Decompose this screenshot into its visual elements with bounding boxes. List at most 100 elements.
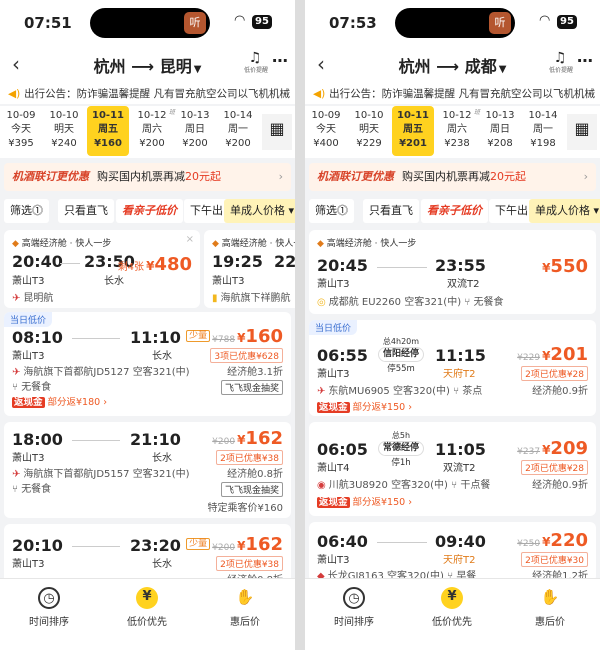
- departure-time: 20:45: [317, 256, 368, 275]
- chevron-right-icon: ›: [405, 497, 413, 508]
- departure-airport: 萧山T3: [212, 276, 245, 287]
- flight-card[interactable]: 06:40 萧山T3 09:40 天府T2 ¥250 ¥220 2项已优惠¥30 …: [309, 522, 596, 582]
- departure-time: 18:00: [12, 430, 63, 449]
- yuan-coin-icon: ¥: [136, 587, 158, 609]
- tab-after-discount[interactable]: ✋ 惠后价: [200, 587, 290, 628]
- flight-card[interactable]: 当日低价 08:10 萧山T3 11:10 长水 少量 ¥788 ¥160 3项已优…: [4, 312, 291, 416]
- departure-airport: 萧山T3: [317, 279, 350, 290]
- date-cell[interactable]: 10-14 周一 ¥200: [217, 106, 259, 156]
- arrival-time: 22:: [274, 252, 295, 271]
- date-label: 10-13: [180, 110, 210, 121]
- filter-button[interactable]: 筛选⓵: [309, 199, 354, 223]
- direct-only-chip[interactable]: 只看直飞: [363, 199, 419, 223]
- departure-time: 06:55: [317, 346, 368, 365]
- adult-price-dropdown[interactable]: 单成人价格 ▾: [224, 199, 295, 223]
- rebate-text: 部分返¥150: [352, 497, 406, 508]
- date-price: ¥200: [225, 138, 251, 149]
- date-cell-selected[interactable]: 10-11 周五 ¥201: [392, 106, 434, 156]
- discount-badge: 2项已优惠¥28: [521, 460, 588, 475]
- stopover-info: 总4h20m 信阳经停 停55m: [371, 336, 431, 374]
- aircraft-type: 空客321(中): [404, 297, 462, 308]
- promo-banner[interactable]: 机酒联订更优惠 购买国内机票再减20元起 ›: [309, 163, 596, 191]
- family-price-chip[interactable]: 看亲子低价: [421, 199, 488, 223]
- afternoon-chip[interactable]: 下午出: [184, 199, 229, 223]
- date-price: ¥200: [182, 138, 208, 149]
- adult-price-dropdown[interactable]: 单成人价格 ▾: [529, 199, 600, 223]
- date-cell[interactable]: 10-10 明天 ¥229: [348, 106, 390, 156]
- price: ¥162: [237, 534, 283, 555]
- battery-indicator: 95: [557, 15, 577, 29]
- date-cell[interactable]: 10-13 周日 ¥208: [479, 106, 521, 156]
- date-cell[interactable]: 10-13 周日 ¥200: [174, 106, 216, 156]
- meal: ⑂ 无餐食: [12, 480, 51, 495]
- notice-bar[interactable]: ◀) 出行公告：防诈骗温馨提醒 凡有冒充航空公司以飞机机械: [305, 84, 600, 104]
- recommend-card[interactable]: ◆ 高端经济舱 · 快人一步 × 20:40 萧山T3 23:50 长水 剩4张…: [4, 230, 200, 308]
- tab-label: 时间排序: [29, 617, 69, 628]
- airline-name: 昆明航: [23, 293, 54, 304]
- airline-logo-icon: ✈: [12, 469, 21, 480]
- more-icon[interactable]: ⋯: [272, 51, 288, 70]
- cabin-header-text: 高端经济舱 · 快人一步: [326, 239, 417, 249]
- arrival-time: 23:55: [435, 256, 486, 275]
- date-cell-selected[interactable]: 10-11 周五 ¥160: [87, 106, 129, 156]
- cutlery-icon: ⑂: [464, 297, 471, 308]
- lowest-price-tag: 当日低价: [4, 312, 53, 327]
- status-bar: 07:51 听 ◠ 95: [0, 0, 295, 44]
- calendar-icon[interactable]: ▦: [567, 114, 597, 150]
- battery-indicator: 95: [252, 15, 272, 29]
- price-value: 480: [154, 254, 192, 275]
- date-cell[interactable]: 10-14 周一 ¥198: [522, 106, 564, 156]
- weekday-label: 今天: [11, 124, 31, 135]
- departure-airport: 萧山T3: [12, 276, 45, 287]
- price-alert-button[interactable]: ♫ 低价提醒: [244, 50, 268, 74]
- cash-lottery-button[interactable]: 飞飞现金抽奖: [220, 482, 283, 497]
- more-icon[interactable]: ⋯: [577, 51, 593, 70]
- direct-only-chip[interactable]: 只看直飞: [58, 199, 114, 223]
- route-line: [72, 440, 120, 441]
- flight-card[interactable]: 06:05 萧山T4 总5h 常德经停 停1h 11:05 双流T2 ¥237 ¥20…: [309, 422, 596, 516]
- close-icon[interactable]: ×: [186, 234, 194, 245]
- departure-airport: 萧山T4: [317, 463, 350, 474]
- date-cell[interactable]: 10-12 周六 ¥238 班: [436, 106, 480, 156]
- calendar-icon[interactable]: ▦: [262, 114, 292, 150]
- afternoon-chip[interactable]: 下午出: [489, 199, 534, 223]
- original-price: ¥200: [212, 543, 236, 553]
- flight-card[interactable]: 当日低价 06:55 萧山T3 总4h20m 信阳经停 停55m 11:15 天府T…: [309, 320, 596, 416]
- cabin-class: 经济舱0.9折: [532, 386, 588, 397]
- flight-card[interactable]: 20:10 萧山T3 23:20 长水 少量 ¥200 ¥162 2项已优惠¥38 …: [4, 524, 291, 584]
- meal-text: 无餐食: [21, 484, 52, 495]
- cabin-class: 经济舱0.9折: [532, 480, 588, 491]
- promo-text: 购买国内机票再减: [402, 170, 490, 183]
- price-block: ¥237 ¥209: [517, 438, 588, 459]
- price-value: 162: [245, 534, 283, 555]
- dynamic-island: 听: [395, 8, 515, 38]
- tab-time-sort[interactable]: ◷ 时间排序: [309, 587, 399, 628]
- date-cell[interactable]: 10-10 明天 ¥240: [43, 106, 85, 156]
- departure-airport: 萧山T3: [12, 559, 45, 570]
- cabin-header-text: 高端经济舱 · 快人一步: [21, 239, 112, 249]
- date-label: 10-14: [528, 110, 558, 121]
- cash-lottery-button[interactable]: 飞飞现金抽奖: [220, 380, 283, 395]
- arrival-airport: 天府T2: [443, 555, 476, 566]
- price-value: 209: [550, 438, 588, 459]
- recommend-card[interactable]: ◆ 高端经济舱 · 快人一步 20:45 萧山T3 23:55 双流T2 ¥55…: [309, 230, 596, 314]
- family-price-chip[interactable]: 看亲子低价: [116, 199, 183, 223]
- lowest-price-tag: 当日低价: [309, 320, 358, 335]
- promo-banner[interactable]: 机酒联订更优惠 购买国内机票再减20元起 ›: [4, 163, 291, 191]
- tab-low-price[interactable]: ¥ 低价优先: [407, 587, 497, 628]
- date-cell[interactable]: 10-09 今天 ¥395: [0, 106, 42, 156]
- notice-bar[interactable]: ◀) 出行公告：防诈骗温馨提醒 凡有冒充航空公司以飞机机械: [0, 84, 295, 104]
- price-block: ¥229 ¥201: [517, 344, 588, 365]
- price-alert-button[interactable]: ♫ 低价提醒: [549, 50, 573, 74]
- filter-button[interactable]: 筛选⓵: [4, 199, 49, 223]
- tab-time-sort[interactable]: ◷ 时间排序: [4, 587, 94, 628]
- flight-card[interactable]: 18:00 萧山T3 21:10 长水 ¥200 ¥162 2项已优惠¥38 ✈ 海…: [4, 422, 291, 518]
- airline-name: 海航旗下首都航JD5127: [23, 367, 130, 378]
- tab-low-price[interactable]: ¥ 低价优先: [102, 587, 192, 628]
- date-cell[interactable]: 10-09 今天 ¥400: [305, 106, 347, 156]
- meal-text: 无餐食: [21, 382, 52, 393]
- date-cell[interactable]: 10-12 周六 ¥200 班: [131, 106, 175, 156]
- recommend-card[interactable]: ◆ 高端经济舱 · 快人一步 19:25 萧山T3 22: ▮海航旗下祥鹏航: [204, 230, 295, 308]
- tab-after-discount[interactable]: ✋ 惠后价: [505, 587, 595, 628]
- weekday-label: 周日: [490, 124, 510, 135]
